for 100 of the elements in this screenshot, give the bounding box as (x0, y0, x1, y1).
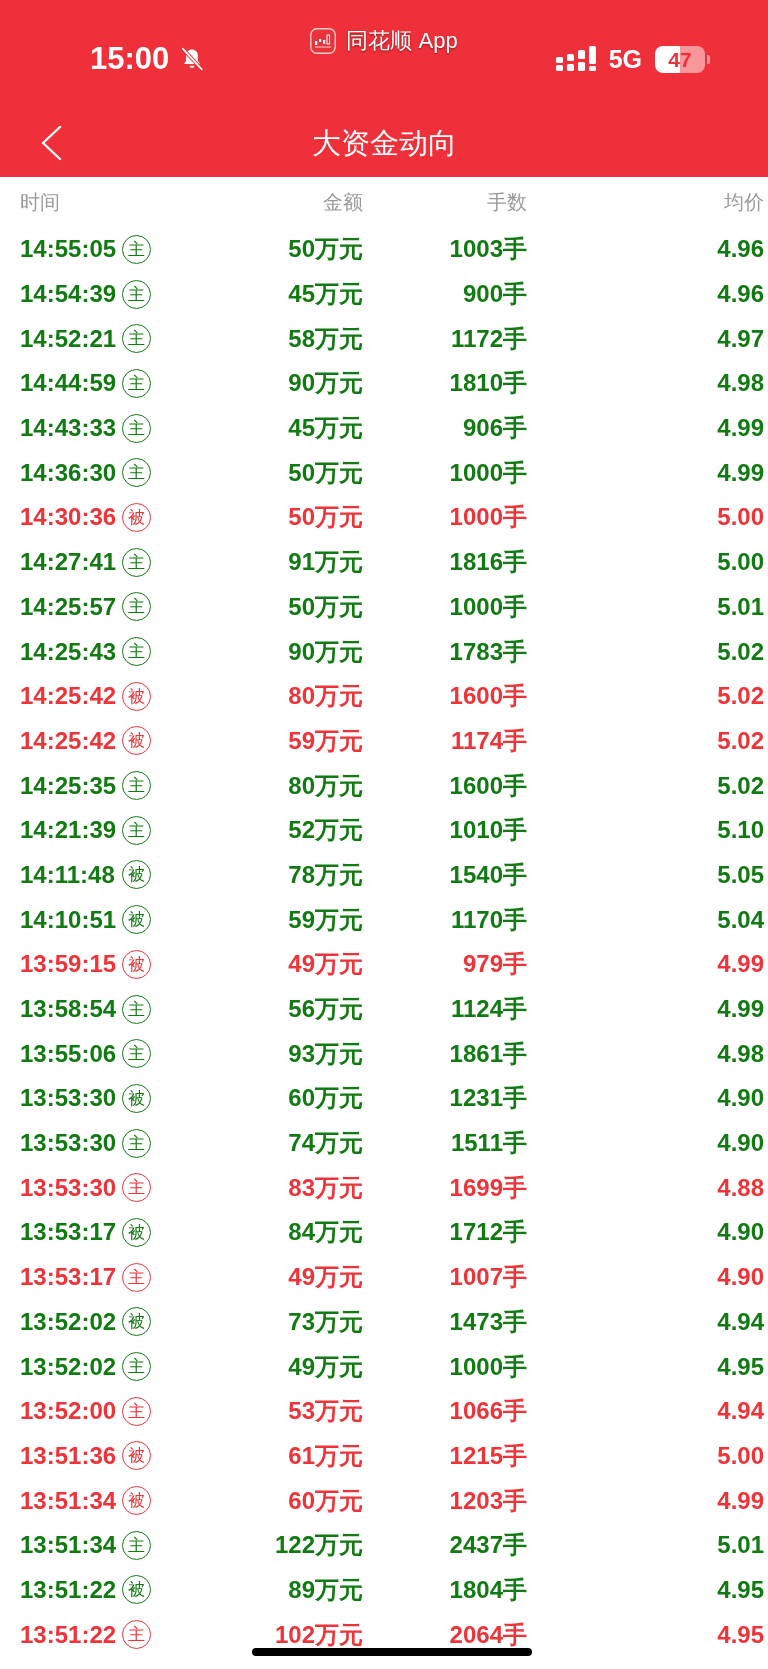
trade-amount: 90万元 (287, 368, 363, 399)
average-price: 5.02 (716, 725, 764, 756)
trade-time: 14:25:43 (20, 636, 118, 667)
average-price: 5.05 (716, 859, 764, 890)
trade-time: 14:55:05 (20, 234, 118, 265)
trade-volume: 1124手 (449, 994, 527, 1025)
trade-time: 13:53:30 (20, 1172, 118, 1203)
average-price: 4.95 (716, 1351, 764, 1382)
trade-amount: 83万元 (287, 1172, 363, 1203)
trade-amount: 59万元 (287, 725, 363, 756)
trade-volume: 1010手 (448, 815, 527, 846)
trade-volume: 1000手 (448, 591, 527, 622)
trade-amount: 80万元 (287, 770, 363, 801)
trade-time: 14:44:59 (20, 368, 118, 399)
trade-volume: 1000手 (448, 457, 527, 488)
trade-amount: 80万元 (287, 681, 363, 712)
trade-time: 13:51:36 (20, 1440, 118, 1471)
average-price: 5.00 (716, 1440, 764, 1471)
trade-amount: 58万元 (287, 323, 363, 354)
trade-time: 13:58:54 (20, 994, 118, 1025)
average-price: 5.01 (716, 591, 764, 622)
trade-volume: 1007手 (448, 1262, 527, 1293)
trade-amount: 50万元 (287, 457, 363, 488)
average-price: 4.96 (716, 234, 764, 265)
trade-volume: 1511手 (449, 1128, 527, 1159)
trade-volume: 1473手 (448, 1306, 527, 1337)
trade-volume: 1170手 (449, 904, 527, 935)
average-price: 4.99 (716, 457, 764, 488)
average-price: 4.95 (716, 1574, 764, 1605)
trade-amount: 73万元 (287, 1306, 363, 1337)
average-price: 5.04 (716, 904, 764, 935)
trade-time: 14:52:21 (20, 323, 118, 354)
average-price: 4.94 (716, 1396, 764, 1427)
trade-volume: 1712手 (448, 1217, 527, 1248)
trade-amount: 49万元 (287, 949, 363, 980)
trade-amount: 90万元 (287, 636, 363, 667)
trade-amount: 50万元 (287, 234, 363, 265)
trade-amount: 60万元 (287, 1083, 363, 1114)
trade-volume: 1215手 (448, 1440, 527, 1471)
trade-time: 14:25:42 (20, 725, 118, 756)
trade-time: 13:59:15 (20, 949, 118, 980)
status-time: 15:00 (90, 40, 170, 78)
average-price: 4.99 (716, 949, 764, 980)
trade-amount: 49万元 (287, 1262, 363, 1293)
trade-volume: 1699手 (448, 1172, 527, 1203)
trade-time: 14:36:30 (20, 457, 118, 488)
trade-time: 14:25:57 (20, 591, 118, 622)
trade-amount: 122万元 (273, 1530, 363, 1561)
trade-amount: 84万元 (287, 1217, 363, 1248)
trade-volume: 1816手 (448, 547, 527, 578)
trade-time: 14:21:39 (20, 815, 118, 846)
trade-time: 14:43:33 (20, 413, 118, 444)
average-price: 4.90 (716, 1262, 764, 1293)
average-price: 4.95 (716, 1619, 764, 1650)
trade-volume: 900手 (461, 279, 527, 310)
trade-amount: 49万元 (287, 1351, 363, 1382)
battery-percentage: 47 (655, 45, 705, 73)
trade-amount: 74万元 (287, 1128, 363, 1159)
column-header: 时间 (20, 190, 61, 215)
trade-volume: 1600手 (448, 681, 527, 712)
average-price: 5.01 (716, 1530, 764, 1561)
average-price: 4.98 (716, 368, 764, 399)
column-header: 金额 (322, 190, 363, 215)
trade-volume: 1000手 (448, 502, 527, 533)
average-price: 4.94 (716, 1306, 764, 1337)
average-price: 4.90 (716, 1083, 764, 1114)
trade-time: 13:53:30 (20, 1128, 118, 1159)
trade-time: 13:52:02 (20, 1351, 118, 1382)
trade-volume: 1203手 (448, 1485, 527, 1516)
average-price: 4.99 (716, 1485, 764, 1516)
average-price: 5.02 (716, 636, 764, 667)
average-price: 4.99 (716, 413, 764, 444)
trade-time: 14:30:36 (20, 502, 118, 533)
average-price: 4.98 (716, 1038, 764, 1069)
average-price: 5.02 (716, 681, 764, 712)
trade-time: 14:27:41 (20, 547, 118, 578)
trade-volume: 1231手 (448, 1083, 527, 1114)
network-label: 5G (608, 44, 642, 74)
trade-time: 13:55:06 (20, 1038, 118, 1069)
trade-volume: 1003手 (448, 234, 527, 265)
trade-amount: 59万元 (287, 904, 363, 935)
trade-volume: 979手 (461, 949, 527, 980)
page-title: 大资金动向 (311, 125, 457, 161)
trade-volume: 1000手 (448, 1351, 527, 1382)
trade-time: 13:51:34 (20, 1530, 118, 1561)
trade-time: 14:10:51 (20, 904, 118, 935)
signal-icon (555, 46, 596, 72)
trade-amount: 89万元 (287, 1574, 363, 1605)
trade-time: 14:25:42 (20, 681, 118, 712)
trade-volume: 1066手 (448, 1396, 527, 1427)
column-header: 手数 (486, 190, 527, 215)
app-label[interactable]: 同花顺 App (346, 27, 458, 55)
trade-amount: 78万元 (287, 859, 363, 890)
app-icon (310, 28, 337, 54)
column-header: 均价 (723, 190, 764, 215)
average-price: 5.00 (716, 547, 764, 578)
trade-volume: 1783手 (448, 636, 527, 667)
average-price: 4.88 (716, 1172, 764, 1203)
trade-amount: 56万元 (287, 994, 363, 1025)
trade-time: 13:53:17 (20, 1262, 118, 1293)
